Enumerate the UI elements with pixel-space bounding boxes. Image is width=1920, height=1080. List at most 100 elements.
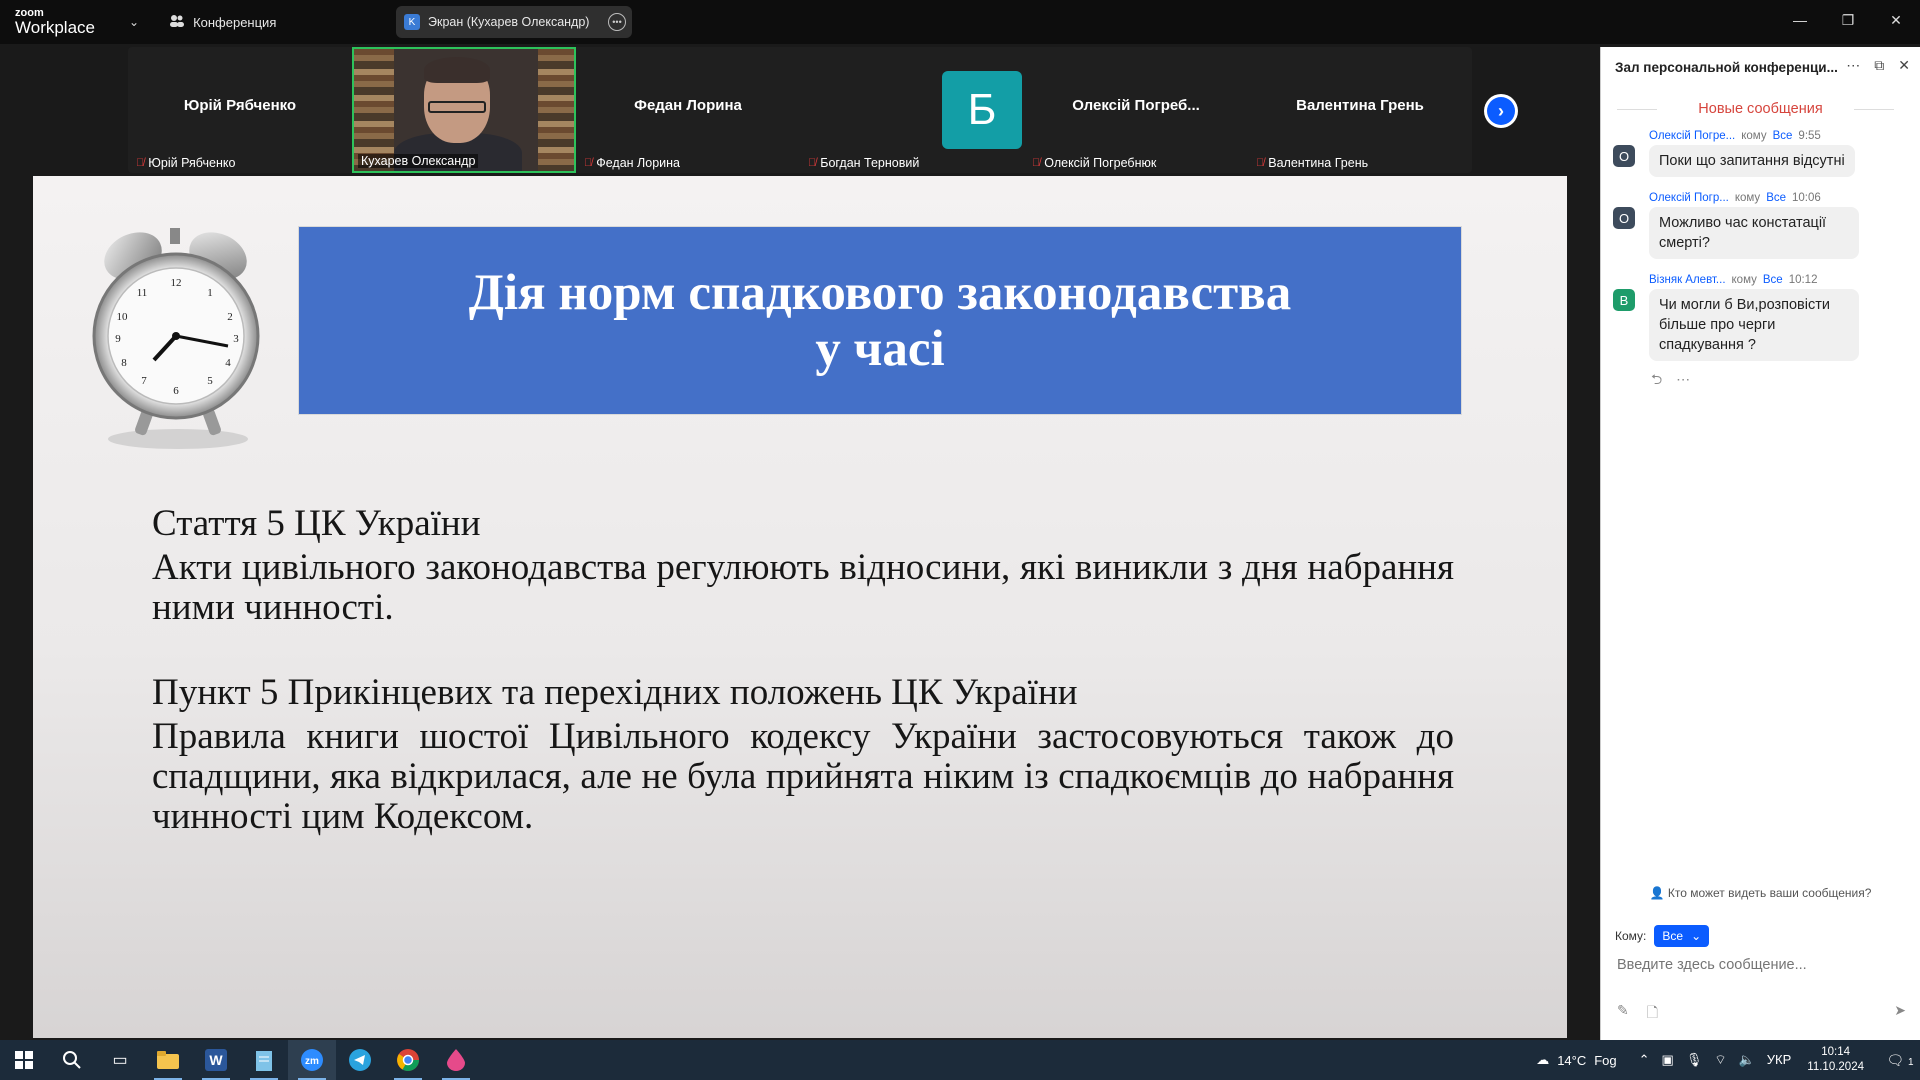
chevron-up-icon[interactable]: ⌃ [1639, 1052, 1650, 1068]
microphone-icon[interactable]: 🎙 [1686, 1052, 1703, 1068]
svg-text:5: 5 [207, 375, 213, 387]
message-time: 10:12 [1788, 274, 1818, 286]
participant-name-large: Федан Лорина [634, 97, 742, 114]
notification-center-button[interactable]: 🗨 1 [1880, 1052, 1920, 1069]
recipient-prefix: кому [1741, 130, 1767, 142]
participant-tile[interactable]: Юрій Рябченко 🎙̸ Юрій Рябченко [128, 47, 352, 173]
word-icon[interactable]: W [192, 1040, 240, 1080]
task-view-icon[interactable]: ▭ [96, 1040, 144, 1080]
slide-section-1: Стаття 5 ЦК України Акти цивільного зако… [152, 500, 1454, 628]
chat-message[interactable]: O Олексій Погр... кому Все 10:06 Можливо… [1601, 189, 1920, 259]
chat-panel: Зал персональной конференци... ⋯ ⧉ ✕ Нов… [1600, 47, 1920, 1040]
participant-tile[interactable]: Б 🎙̸ Богдан Терновий [800, 47, 1024, 173]
recipient-value: Все [1662, 929, 1684, 943]
zoom-logo[interactable]: zoom Workplace [15, 8, 125, 37]
speaker-icon[interactable]: 🔈 [1739, 1052, 1755, 1068]
svg-text:10: 10 [117, 311, 129, 323]
chevron-right-icon: › [1487, 97, 1515, 125]
alarm-clock-icon: 1212 345 678 91011 [92, 228, 260, 449]
window-controls: — ❐ ✕ [1776, 0, 1920, 44]
recipient-row: Кому: Все ⌄ [1615, 925, 1710, 947]
who-can-see-text: Кто может видеть ваши сообщения? [1667, 886, 1872, 900]
participant-label-text: Богдан Терновий [820, 156, 920, 170]
clock-time: 10:14 [1821, 1046, 1851, 1058]
temperature: 14°C [1557, 1052, 1587, 1068]
screen-tab-label: Экран (Кухарев Олександр) [428, 15, 590, 29]
more-icon[interactable]: ⋯ [1846, 57, 1860, 74]
recipient-name: Все [1772, 130, 1793, 142]
svg-text:2: 2 [227, 311, 233, 323]
shared-screen-tab[interactable]: K Экран (Кухарев Олександр) ••• [396, 6, 632, 38]
message-bubble: Поки що запитання відсутні [1649, 145, 1855, 177]
reply-icon[interactable]: ⮌ [1651, 371, 1662, 387]
file-icon[interactable]: 🗋 [1647, 1002, 1658, 1026]
participant-avatar: Б [942, 71, 1022, 149]
message-list: O Олексій Погре... кому Все 9:55 Поки що… [1601, 127, 1920, 393]
svg-text:zm: zm [305, 1056, 319, 1067]
more-icon[interactable]: ⋯ [1676, 371, 1690, 387]
gallery-next-button[interactable]: › [1484, 94, 1518, 128]
format-icon[interactable]: ✎ [1617, 1002, 1629, 1026]
camera-icon[interactable]: ▣ [1662, 1052, 1674, 1068]
taskbar-clock[interactable]: 10:14 11.10.2024 [1807, 1045, 1864, 1075]
svg-text:3: 3 [233, 333, 239, 345]
search-icon[interactable] [48, 1040, 96, 1080]
message-meta: Олексій Погр... кому Все 10:06 [1649, 189, 1920, 207]
slide-paragraph: Акти цивільного законодавства регулюють … [152, 547, 1454, 628]
shared-slide: 12 1 2 345 678 9 10 11 Дія норм спадкового з… [33, 176, 1567, 1038]
who-can-see-link[interactable]: 👤 Кто может видеть ваши сообщения? [1601, 886, 1920, 900]
pop-out-icon[interactable]: ⧉ [1874, 57, 1884, 74]
slide-section-2: Пункт 5 Прикінцевих та перехідних положе… [152, 669, 1454, 837]
file-explorer-icon[interactable] [144, 1040, 192, 1080]
language-indicator[interactable]: УКР [1767, 1052, 1792, 1068]
participant-tile[interactable]: Валентина Грень 🎙̸ Валентина Грень [1248, 47, 1472, 173]
participant-name-large: Олексій Погреб... [1072, 97, 1200, 114]
participant-tile[interactable]: Олексій Погреб... 🎙̸ Олексій Погребнюк [1024, 47, 1248, 173]
wifi-icon[interactable]: ⌔ [1714, 1052, 1726, 1068]
mic-muted-icon: 🎙̸ [808, 157, 817, 169]
chrome-icon[interactable] [384, 1040, 432, 1080]
participant-video-tile[interactable]: Кухарев Олександр [352, 47, 576, 173]
more-options-icon[interactable]: ••• [608, 13, 626, 31]
participant-name-large: Валентина Грень [1296, 97, 1424, 114]
new-messages-divider: Новые сообщения [1601, 91, 1920, 127]
bookshelf-background [354, 49, 394, 171]
chat-message-input[interactable] [1617, 957, 1907, 973]
participant-gallery: Юрій Рябченко 🎙̸ Юрій Рябченко Кухарев Ол… [128, 47, 1472, 173]
chat-header: Зал персональной конференци... ⋯ ⧉ ✕ [1601, 47, 1920, 87]
weather-text: Fog [1594, 1052, 1617, 1068]
minimize-button[interactable]: — [1776, 0, 1824, 40]
screen-tab-avatar: K [404, 14, 420, 30]
sender-name[interactable]: Візняк Алевт... [1649, 274, 1726, 286]
recipient-dropdown[interactable]: Все ⌄ [1654, 925, 1710, 947]
chat-header-icons: ⋯ ⧉ ✕ [1846, 57, 1910, 74]
zoom-window: zoom Workplace ⌄ Конференция K Экран (Ку… [0, 0, 1920, 1080]
sender-name[interactable]: Олексій Погр... [1649, 192, 1729, 204]
sender-name[interactable]: Олексій Погре... [1649, 130, 1735, 142]
svg-text:4: 4 [225, 357, 231, 369]
notepad-icon[interactable] [240, 1040, 288, 1080]
speaker-video-glasses [428, 101, 486, 113]
restore-button[interactable]: ❐ [1824, 0, 1872, 40]
windows-start-icon[interactable] [0, 1040, 48, 1080]
participant-label: 🎙̸ Валентина Грень [1256, 156, 1368, 170]
paint-drop-icon[interactable] [432, 1040, 480, 1080]
weather-widget[interactable]: ☁ 14°C Fog [1536, 1052, 1616, 1068]
speaker-video-hair [424, 57, 490, 83]
svg-text:1: 1 [207, 287, 213, 299]
telegram-icon[interactable] [336, 1040, 384, 1080]
participant-label-text: Кухарев Олександр [361, 154, 476, 168]
participant-label-text: Валентина Грень [1268, 156, 1369, 170]
chat-message[interactable]: В Візняк Алевт... кому Все 10:12 Чи могл… [1601, 271, 1920, 361]
participant-tile[interactable]: Федан Лорина 🎙̸ Федан Лорина [576, 47, 800, 173]
slide-heading: Стаття 5 ЦК України [152, 503, 481, 544]
close-icon[interactable]: ✕ [1898, 57, 1910, 74]
send-icon[interactable]: ➤ [1894, 1002, 1906, 1026]
chat-message[interactable]: O Олексій Погре... кому Все 9:55 Поки що… [1601, 127, 1920, 177]
close-window-button[interactable]: ✕ [1872, 0, 1920, 40]
message-time: 9:55 [1798, 130, 1821, 142]
zoom-app-icon[interactable]: zm [288, 1040, 336, 1080]
conference-button[interactable]: Конференция [169, 14, 276, 31]
chevron-down-icon[interactable]: ⌄ [129, 15, 139, 29]
mic-muted-icon: 🎙̸ [136, 157, 145, 169]
